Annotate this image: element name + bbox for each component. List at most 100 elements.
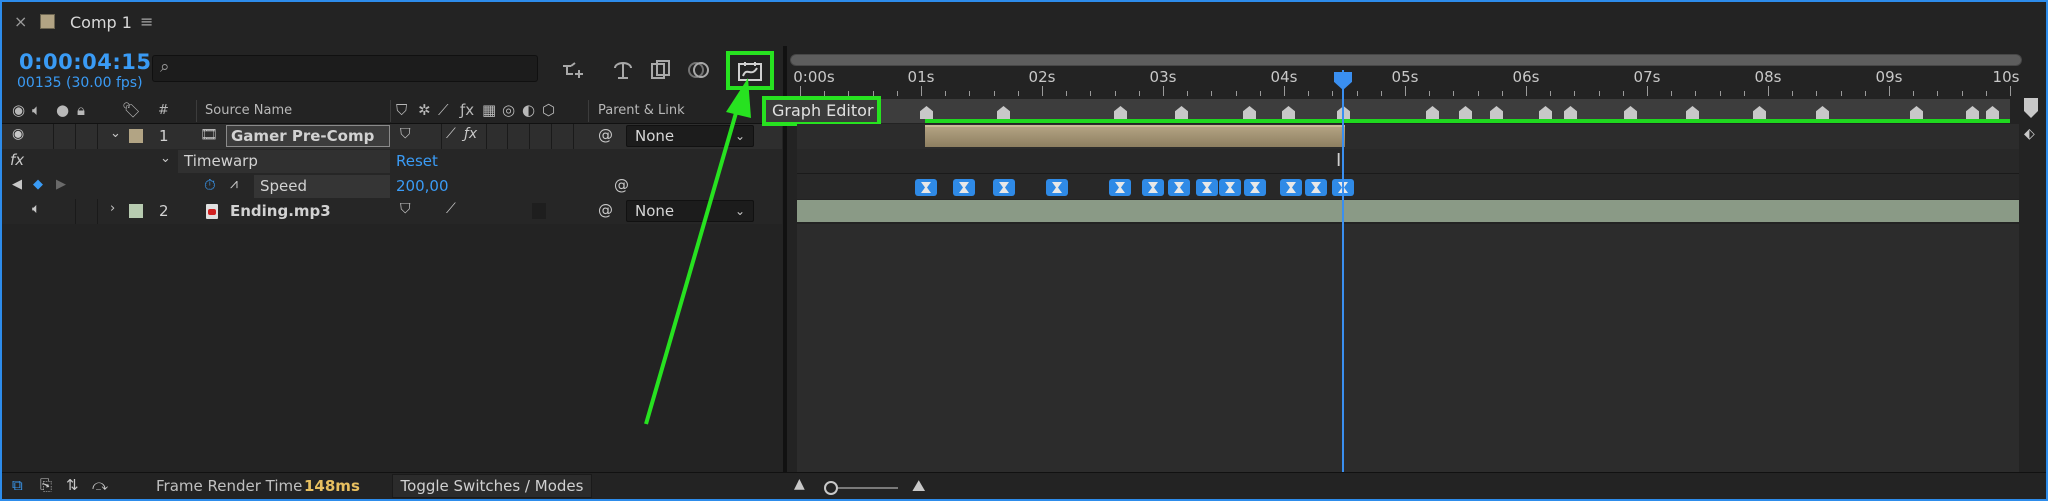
speed-value[interactable]: 200,00 xyxy=(396,177,449,195)
close-tab-icon[interactable]: × xyxy=(14,12,27,31)
effects-switch-icon[interactable]: ƒx xyxy=(464,126,477,142)
hold-keyframe-icon[interactable] xyxy=(1109,179,1131,196)
shy-switch-icon[interactable]: ⛉ xyxy=(396,101,407,119)
adjustment-switch-icon[interactable]: ◐ xyxy=(522,101,535,119)
prev-keyframe-icon[interactable]: ◀ xyxy=(12,177,22,192)
frame-render-time-value: 148ms xyxy=(304,477,360,495)
hold-keyframe-icon[interactable] xyxy=(1142,179,1164,196)
work-area-bar[interactable] xyxy=(925,119,1345,123)
add-keyframe-icon[interactable]: ◆ xyxy=(33,177,43,192)
effect-reset-link[interactable]: Reset xyxy=(396,152,438,170)
layer-name[interactable]: Ending.mp3 xyxy=(230,202,331,220)
next-keyframe-icon[interactable]: ▶ xyxy=(56,177,66,192)
layer-label-color[interactable] xyxy=(129,129,143,143)
solo-cell[interactable] xyxy=(54,124,76,149)
hold-keyframe-icon[interactable] xyxy=(1280,179,1302,196)
layer-row[interactable]: 🔈︎ › 2 Ending.mp3 ⛉ ⟋ @ None ⌄ xyxy=(2,199,782,224)
hold-keyframe-icon[interactable] xyxy=(1305,179,1327,196)
layer-duration-bar[interactable] xyxy=(925,125,1345,147)
expand-chevron-icon[interactable]: ⌄ xyxy=(110,126,121,141)
graph-toggle-icon[interactable]: ⩘ xyxy=(230,176,238,192)
toggle-switches-modes-button[interactable]: Toggle Switches / Modes xyxy=(392,474,592,498)
graph-panel-icon[interactable]: ⤼ xyxy=(92,476,108,494)
audio-cell[interactable] xyxy=(32,124,54,149)
current-time-display[interactable]: 0:00:04:15 xyxy=(19,50,151,74)
ruler-tick xyxy=(1889,86,1890,96)
pick-whip-icon[interactable]: @ xyxy=(598,126,613,144)
quality-switch-icon[interactable]: ⟋ xyxy=(446,201,456,217)
label-tag-icon[interactable]: 🏷︎ xyxy=(122,101,141,119)
render-queue-icon[interactable]: ⎘ xyxy=(40,476,52,494)
source-name-header[interactable]: Source Name xyxy=(205,103,292,118)
zoom-slider-handle[interactable] xyxy=(824,481,838,495)
hold-keyframe-icon[interactable] xyxy=(1168,179,1190,196)
audio-speaker-icon[interactable]: 🔈︎ xyxy=(32,201,40,217)
comp-mini-flowchart-icon[interactable]: ⧉ xyxy=(12,476,23,494)
3d-cell[interactable] xyxy=(532,203,546,219)
frame-blend-cell[interactable] xyxy=(486,124,508,149)
panel-menu-icon[interactable]: ≡ xyxy=(140,12,153,31)
hold-keyframe-icon[interactable] xyxy=(1244,179,1266,196)
expand-chevron-icon[interactable]: ⌄ xyxy=(160,151,171,166)
motion-blur-cell[interactable] xyxy=(508,124,530,149)
layer-name-field[interactable]: Gamer Pre-Comp xyxy=(226,125,390,147)
lock-switch-icon[interactable]: 🔒︎ xyxy=(77,101,85,119)
video-switch-icon[interactable]: ◉ xyxy=(12,101,25,119)
work-area-bar[interactable] xyxy=(1345,119,2010,123)
motion-blur-icon[interactable] xyxy=(684,56,714,84)
zoom-slider-track[interactable] xyxy=(838,487,898,489)
property-name-cell[interactable]: Speed xyxy=(254,175,390,198)
work-area-end-icon[interactable] xyxy=(2024,98,2038,118)
transfer-controls-icon[interactable]: ⇅ xyxy=(66,476,79,494)
comp-tab-title[interactable]: Comp 1 xyxy=(70,13,132,32)
3d-layer-switch-icon[interactable]: ⬡ xyxy=(542,101,555,119)
hold-keyframe-icon[interactable] xyxy=(993,179,1015,196)
shy-switch-icon[interactable]: ⛉ xyxy=(400,126,411,142)
layer-search-input[interactable] xyxy=(152,55,538,82)
playhead-line[interactable] xyxy=(1342,70,1344,472)
timeline-empty-area[interactable] xyxy=(797,224,2019,472)
effect-name-cell[interactable]: Timewarp xyxy=(178,150,390,173)
hold-keyframe-icon[interactable] xyxy=(1196,179,1218,196)
collapse-switch-icon[interactable]: ✲ xyxy=(418,101,431,119)
effects-switch-icon[interactable]: ƒx xyxy=(460,101,474,119)
hold-keyframe-icon[interactable] xyxy=(953,179,975,196)
parent-link-header[interactable]: Parent & Link xyxy=(598,103,685,118)
solo-cell[interactable] xyxy=(54,199,76,224)
frame-blend-switch-icon[interactable]: ▦ xyxy=(482,101,496,119)
pick-whip-icon[interactable]: @ xyxy=(598,201,613,219)
zoom-in-icon[interactable]: ⛰ xyxy=(912,476,925,496)
3d-cell[interactable] xyxy=(552,124,574,149)
property-row[interactable]: ◀ ◆ ▶ ⏱︎ ⩘ Speed 200,00 @ xyxy=(2,174,782,199)
shy-switch-icon[interactable]: ⛉ xyxy=(400,201,411,217)
hold-keyframe-icon[interactable] xyxy=(1219,179,1241,196)
graph-editor-button[interactable] xyxy=(726,51,774,90)
lock-cell[interactable] xyxy=(76,199,98,224)
shy-layers-icon[interactable] xyxy=(608,56,638,84)
time-navigator-range[interactable] xyxy=(790,54,2022,66)
quality-switch-icon[interactable]: ⟋ xyxy=(438,101,449,119)
quality-switch-icon[interactable]: ⟋ xyxy=(446,126,456,142)
parent-dropdown[interactable]: None ⌄ xyxy=(626,200,754,222)
motion-blur-switch-icon[interactable]: ◎ xyxy=(502,101,515,119)
hold-keyframe-icon[interactable] xyxy=(915,179,937,196)
effect-row[interactable]: fx ⌄ Timewarp Reset xyxy=(2,149,782,174)
parent-dropdown[interactable]: None ⌄ xyxy=(626,125,754,147)
hold-keyframe-icon[interactable] xyxy=(1046,179,1068,196)
expression-pickwhip-icon[interactable]: @ xyxy=(614,176,629,194)
frame-blending-icon[interactable] xyxy=(646,56,676,84)
zoom-out-icon[interactable]: ▲ xyxy=(794,476,805,492)
expand-chevron-icon[interactable]: › xyxy=(110,201,115,216)
stopwatch-icon[interactable]: ⏱︎ xyxy=(204,176,216,194)
audio-switch-icon[interactable]: 🔈︎ xyxy=(32,101,41,119)
layer-row[interactable]: ◉ ⌄ 1 🎞︎ Gamer Pre-Comp ⛉ ⟋ ƒx @ None ⌄ xyxy=(2,124,782,149)
layer-duration-bar[interactable] xyxy=(797,200,2019,222)
comp-marker-icon[interactable]: ⬖ xyxy=(2024,126,2035,142)
comp-flowchart-icon[interactable] xyxy=(558,56,588,84)
layer-label-color[interactable] xyxy=(129,204,143,218)
visibility-eye-icon[interactable]: ◉ xyxy=(12,126,24,142)
adjustment-cell[interactable] xyxy=(530,124,552,149)
lock-cell[interactable] xyxy=(76,124,98,149)
solo-switch-icon[interactable]: ● xyxy=(56,101,69,119)
collapse-cell[interactable] xyxy=(420,124,442,149)
